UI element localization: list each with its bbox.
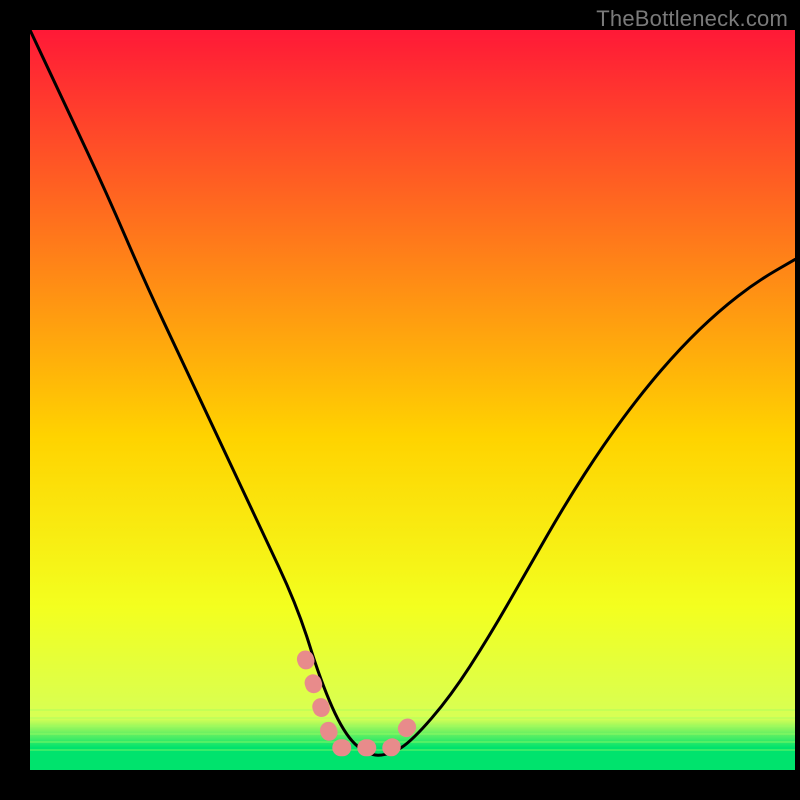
bottleneck-chart [0,0,800,800]
plot-background [30,30,795,770]
outer-frame: TheBottleneck.com [0,0,800,800]
attribution-label: TheBottleneck.com [596,6,788,32]
